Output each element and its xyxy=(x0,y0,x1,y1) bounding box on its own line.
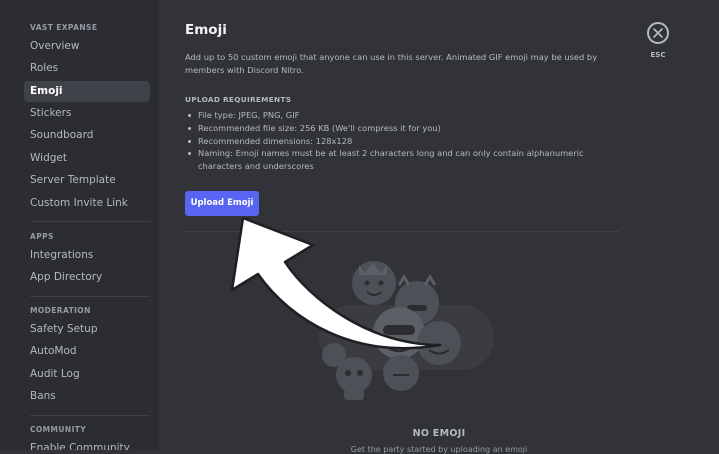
upload-emoji-button[interactable]: Upload Emoji xyxy=(185,191,259,216)
sidebar-item-enable-community[interactable]: Enable Community xyxy=(24,438,150,450)
requirement-item: Naming: Emoji names must be at least 2 c… xyxy=(185,147,625,173)
page-title: Emoji xyxy=(185,22,227,38)
close-button[interactable] xyxy=(647,22,669,44)
requirement-item: Recommended file size: 256 KB (We'll com… xyxy=(185,122,625,135)
sidebar-item-roles[interactable]: Roles xyxy=(24,58,150,79)
sidebar-item-bans[interactable]: Bans xyxy=(24,386,150,407)
sidebar-item-integrations[interactable]: Integrations xyxy=(24,245,150,266)
requirement-item: File type: JPEG, PNG, GIF xyxy=(185,109,625,122)
section-divider xyxy=(185,231,619,232)
server-name-header: VAST EXPANSE xyxy=(30,23,98,32)
page-description: Add up to 50 custom emoji that anyone ca… xyxy=(185,52,598,75)
sidebar-item-server-template[interactable]: Server Template xyxy=(24,170,150,191)
sidebar-item-safety-setup[interactable]: Safety Setup xyxy=(24,319,150,340)
sidebar-item-stickers[interactable]: Stickers xyxy=(24,103,150,124)
sidebar-divider xyxy=(30,415,150,416)
sidebar-item-soundboard[interactable]: Soundboard xyxy=(24,125,150,146)
sidebar-divider xyxy=(30,296,150,297)
sidebar-divider xyxy=(30,221,150,222)
moderation-header: MODERATION xyxy=(30,306,91,315)
sidebar-item-audit-log[interactable]: Audit Log xyxy=(24,364,150,385)
community-header: COMMUNITY xyxy=(30,425,87,434)
apps-header: APPS xyxy=(30,232,54,241)
requirements-list: File type: JPEG, PNG, GIF Recommended fi… xyxy=(185,109,625,173)
requirements-title: UPLOAD REQUIREMENTS xyxy=(185,95,292,104)
sidebar-item-app-directory[interactable]: App Directory xyxy=(24,267,150,288)
settings-sidebar: VAST EXPANSE Overview Roles Emoji Sticke… xyxy=(0,0,159,450)
sidebar-item-widget[interactable]: Widget xyxy=(24,148,150,169)
sidebar-item-emoji[interactable]: Emoji xyxy=(24,81,150,102)
sidebar-item-custom-invite-link[interactable]: Custom Invite Link xyxy=(24,193,150,214)
empty-emoji-illustration xyxy=(319,261,494,400)
empty-state-title: NO EMOJI xyxy=(412,428,466,439)
esc-label: ESC xyxy=(650,51,666,59)
requirement-item: Recommended dimensions: 128x128 xyxy=(185,135,625,148)
emoji-settings-panel: Emoji Add up to 50 custom emoji that any… xyxy=(159,0,719,454)
close-icon xyxy=(653,28,663,38)
sidebar-item-overview[interactable]: Overview xyxy=(24,36,150,57)
sidebar-item-automod[interactable]: AutoMod xyxy=(24,341,150,362)
